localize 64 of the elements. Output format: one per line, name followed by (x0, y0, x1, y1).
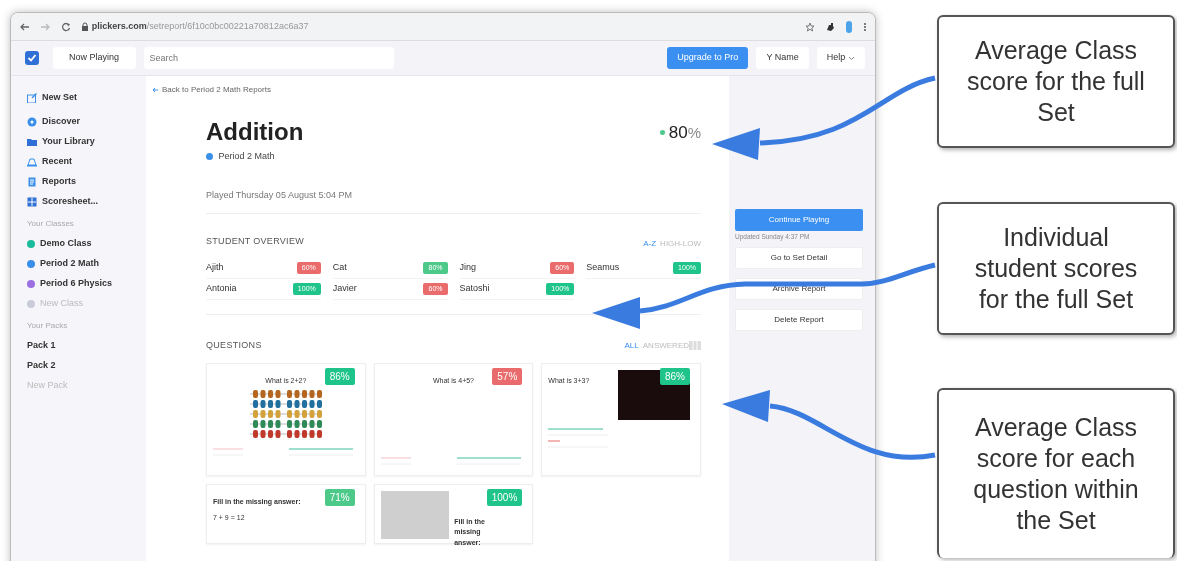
sidebar-item[interactable]: Your Library (27, 132, 146, 152)
caret-icon (848, 55, 855, 61)
back-link[interactable]: Back to Period 2 Math Reports (152, 84, 271, 96)
score-tag: 57% (492, 367, 523, 385)
filter-tab[interactable]: ALL (620, 339, 639, 352)
played-date: Played Thursday 05 August 5:04 PM (206, 189, 353, 203)
student-name: Seamus (586, 261, 620, 275)
photo-placeholder (618, 369, 690, 420)
star-icon[interactable] (805, 21, 815, 32)
section-heading: STUDENT OVERVIEW (206, 235, 304, 249)
profile-icon[interactable] (845, 20, 853, 33)
search-field[interactable]: Search (143, 47, 394, 69)
back-icon[interactable] (19, 21, 30, 32)
score-tag: 86% (660, 367, 690, 385)
sidebar-item[interactable]: Recent (27, 152, 146, 172)
student-name: Antonia (206, 282, 237, 296)
action-button[interactable]: Delete Report (735, 308, 863, 331)
sidebar-item[interactable]: Scoresheet... (27, 192, 146, 212)
folder-icon (27, 137, 37, 147)
user-button[interactable]: Y Name (756, 47, 809, 69)
puzzle-icon[interactable] (825, 21, 835, 32)
sort-tab[interactable]: A-Z (639, 237, 657, 250)
sidebar-item[interactable]: Discover (27, 112, 146, 132)
score-tag: 71% (324, 488, 355, 506)
pack-item[interactable]: Pack 1 (27, 336, 146, 356)
section-heading: Your Classes (27, 218, 75, 230)
class-item[interactable]: Demo Class (27, 234, 146, 254)
class-score: 80% (668, 121, 701, 144)
section-heading: QUESTIONS (206, 339, 262, 353)
student-name: Javier (332, 282, 357, 296)
student-name: Ajith (206, 261, 224, 275)
status-dot (659, 129, 665, 135)
compass-icon (27, 117, 37, 127)
photo-placeholder (380, 490, 449, 539)
callout-box: Average Class score for each question within the Set (937, 388, 1175, 558)
score-tag: 100% (486, 488, 523, 506)
sidebar-item[interactable]: New Set (27, 88, 146, 108)
section-heading: Your Packs (27, 320, 69, 332)
lock-icon (81, 21, 89, 32)
report-title: Addition (206, 118, 304, 147)
grid-icon (27, 197, 37, 207)
class-item[interactable]: Period 6 Physics (27, 274, 146, 294)
score-tag: 86% (324, 367, 355, 385)
pack-item[interactable]: Pack 2 (27, 356, 146, 376)
document-icon (27, 177, 37, 187)
back-arrow-icon (152, 87, 159, 93)
sidebar-item[interactable]: Reports (27, 172, 146, 192)
logo-icon[interactable] (25, 51, 39, 65)
class-name: Period 2 Math (218, 149, 275, 163)
student-name: Satoshi (459, 282, 490, 296)
class-dot (206, 152, 213, 160)
callout-box: Average Class score for the full Set (937, 15, 1175, 148)
menu-icon[interactable] (863, 21, 867, 32)
reload-icon[interactable] (61, 21, 71, 32)
stack-icon (27, 157, 37, 167)
help-button[interactable]: Help (816, 47, 865, 69)
now-playing-button[interactable]: Now Playing (52, 47, 136, 69)
callout-box: Individual student scores for the full Set (937, 202, 1175, 335)
student-name: Jing (459, 261, 476, 275)
class-item[interactable]: Period 2 Math (27, 254, 146, 274)
answer-bars-drawing (548, 425, 609, 448)
student-name: Cat (332, 261, 347, 275)
action-button[interactable]: Go to Set Detail (735, 246, 863, 269)
new-set-icon (27, 93, 37, 103)
